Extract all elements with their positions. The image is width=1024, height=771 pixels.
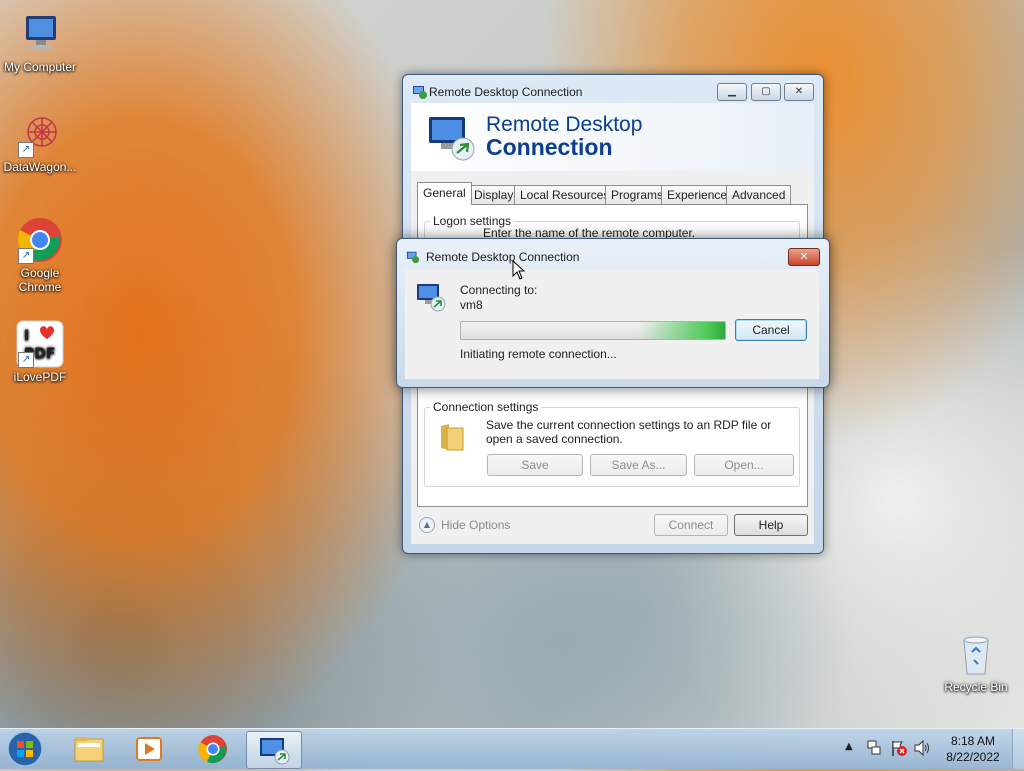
- clock-time: 8:18 AM: [950, 734, 996, 748]
- window-title: Remote Desktop Connection: [429, 85, 583, 99]
- chrome-icon: ↗: [16, 216, 64, 264]
- clock-date: 8/22/2022: [946, 750, 1000, 764]
- desktop-icon-label: Google Chrome: [18, 266, 62, 294]
- chevron-up-icon: ▲: [419, 517, 435, 533]
- folder-icon: [439, 422, 465, 455]
- help-button[interactable]: Help: [734, 514, 808, 536]
- desktop-icon-datawagon[interactable]: ↗ DataWagon...: [0, 110, 80, 174]
- network-icon[interactable]: [866, 739, 882, 760]
- connecting-dialog: Remote Desktop Connection ✕ Connecting t…: [396, 238, 830, 388]
- tab-experience[interactable]: Experience: [661, 185, 734, 204]
- dialog-title: Remote Desktop Connection: [426, 250, 580, 264]
- connect-button[interactable]: Connect: [654, 514, 728, 536]
- tab-strip: General Display Local Resources Programs…: [417, 182, 809, 205]
- taskbar-media-player[interactable]: [122, 731, 176, 767]
- desktop-icon-ilovepdf[interactable]: I PDF ↗ iLovePDF: [0, 320, 80, 384]
- banner-title-line2: Connection: [486, 134, 613, 160]
- computer-icon: [16, 10, 64, 58]
- clock[interactable]: 8:18 AM 8/22/2022: [936, 733, 1010, 765]
- connection-settings-group: Connection settings Save the current con…: [424, 400, 800, 487]
- dialog-body: Connecting to: vm8 Cancel Initiating rem…: [405, 269, 819, 379]
- desktop-icon-recycle-bin[interactable]: Recycle Bin: [936, 630, 1016, 694]
- show-desktop-button[interactable]: [1012, 729, 1024, 769]
- folder-icon: [74, 737, 104, 762]
- hide-options-label: Hide Options: [441, 518, 511, 532]
- desktop-icon-label: DataWagon...: [3, 160, 77, 174]
- chrome-icon: [198, 735, 227, 764]
- tab-advanced[interactable]: Advanced: [726, 185, 792, 204]
- media-player-icon: [136, 737, 162, 761]
- connection-settings-text: Save the current connection settings to …: [486, 418, 772, 446]
- cancel-button[interactable]: Cancel: [735, 319, 807, 341]
- desktop-icon-google-chrome[interactable]: ↗ Google Chrome: [0, 216, 80, 294]
- open-button[interactable]: Open...: [694, 454, 794, 476]
- progress-fill: [638, 322, 725, 339]
- rdc-computer-icon: [415, 281, 447, 316]
- taskbar-windows-explorer[interactable]: [62, 731, 116, 767]
- maximize-button[interactable]: ▢: [751, 83, 781, 101]
- save-button[interactable]: Save: [487, 454, 583, 476]
- banner: Remote Desktop Connection: [411, 103, 814, 171]
- show-hidden-icons-arrow[interactable]: ▲: [845, 741, 853, 752]
- minimize-button[interactable]: ▁: [717, 83, 747, 101]
- tab-general[interactable]: General: [417, 182, 472, 205]
- start-button[interactable]: [4, 730, 46, 768]
- desktop-icon-label: Recycle Bin: [944, 680, 1008, 694]
- shortcut-arrow-icon: ↗: [18, 248, 34, 264]
- rdc-window-icon: [406, 250, 420, 267]
- rdc-logo-icon: [425, 111, 477, 166]
- action-center-flag-icon[interactable]: [890, 739, 908, 760]
- taskbar: ▲ 8:18 AM 8/22/2022: [0, 728, 1024, 769]
- connection-status-text: Initiating remote connection...: [460, 347, 617, 361]
- desktop-icon-my-computer[interactable]: My Computer: [0, 10, 80, 74]
- connection-progress-bar: [460, 321, 726, 340]
- svg-text:I: I: [24, 328, 29, 344]
- taskbar-google-chrome[interactable]: [186, 731, 240, 767]
- connection-target: vm8: [460, 298, 483, 312]
- desktop-icon-label: iLovePDF: [13, 370, 67, 384]
- tab-programs[interactable]: Programs: [605, 185, 670, 204]
- mouse-cursor-icon: [512, 259, 526, 283]
- desktop-icon-label: My Computer: [3, 60, 77, 74]
- ilovepdf-icon: I PDF ↗: [16, 320, 64, 368]
- close-button[interactable]: ✕: [784, 83, 814, 101]
- datawagon-icon: ↗: [16, 110, 64, 158]
- shortcut-arrow-icon: ↗: [18, 142, 34, 158]
- rdc-window-icon: [412, 84, 428, 103]
- shortcut-arrow-icon: ↗: [18, 352, 34, 368]
- recycle-bin-icon: [952, 630, 1000, 678]
- rdc-icon: [260, 738, 290, 765]
- save-as-button[interactable]: Save As...: [590, 454, 687, 476]
- close-button[interactable]: ✕: [788, 248, 820, 266]
- tab-local-resources[interactable]: Local Resources: [514, 185, 616, 204]
- volume-icon[interactable]: [913, 739, 931, 760]
- tab-display[interactable]: Display: [468, 185, 520, 204]
- taskbar-remote-desktop[interactable]: [246, 731, 302, 769]
- connection-settings-label: Connection settings: [430, 400, 542, 414]
- connecting-to-label: Connecting to:: [460, 283, 538, 297]
